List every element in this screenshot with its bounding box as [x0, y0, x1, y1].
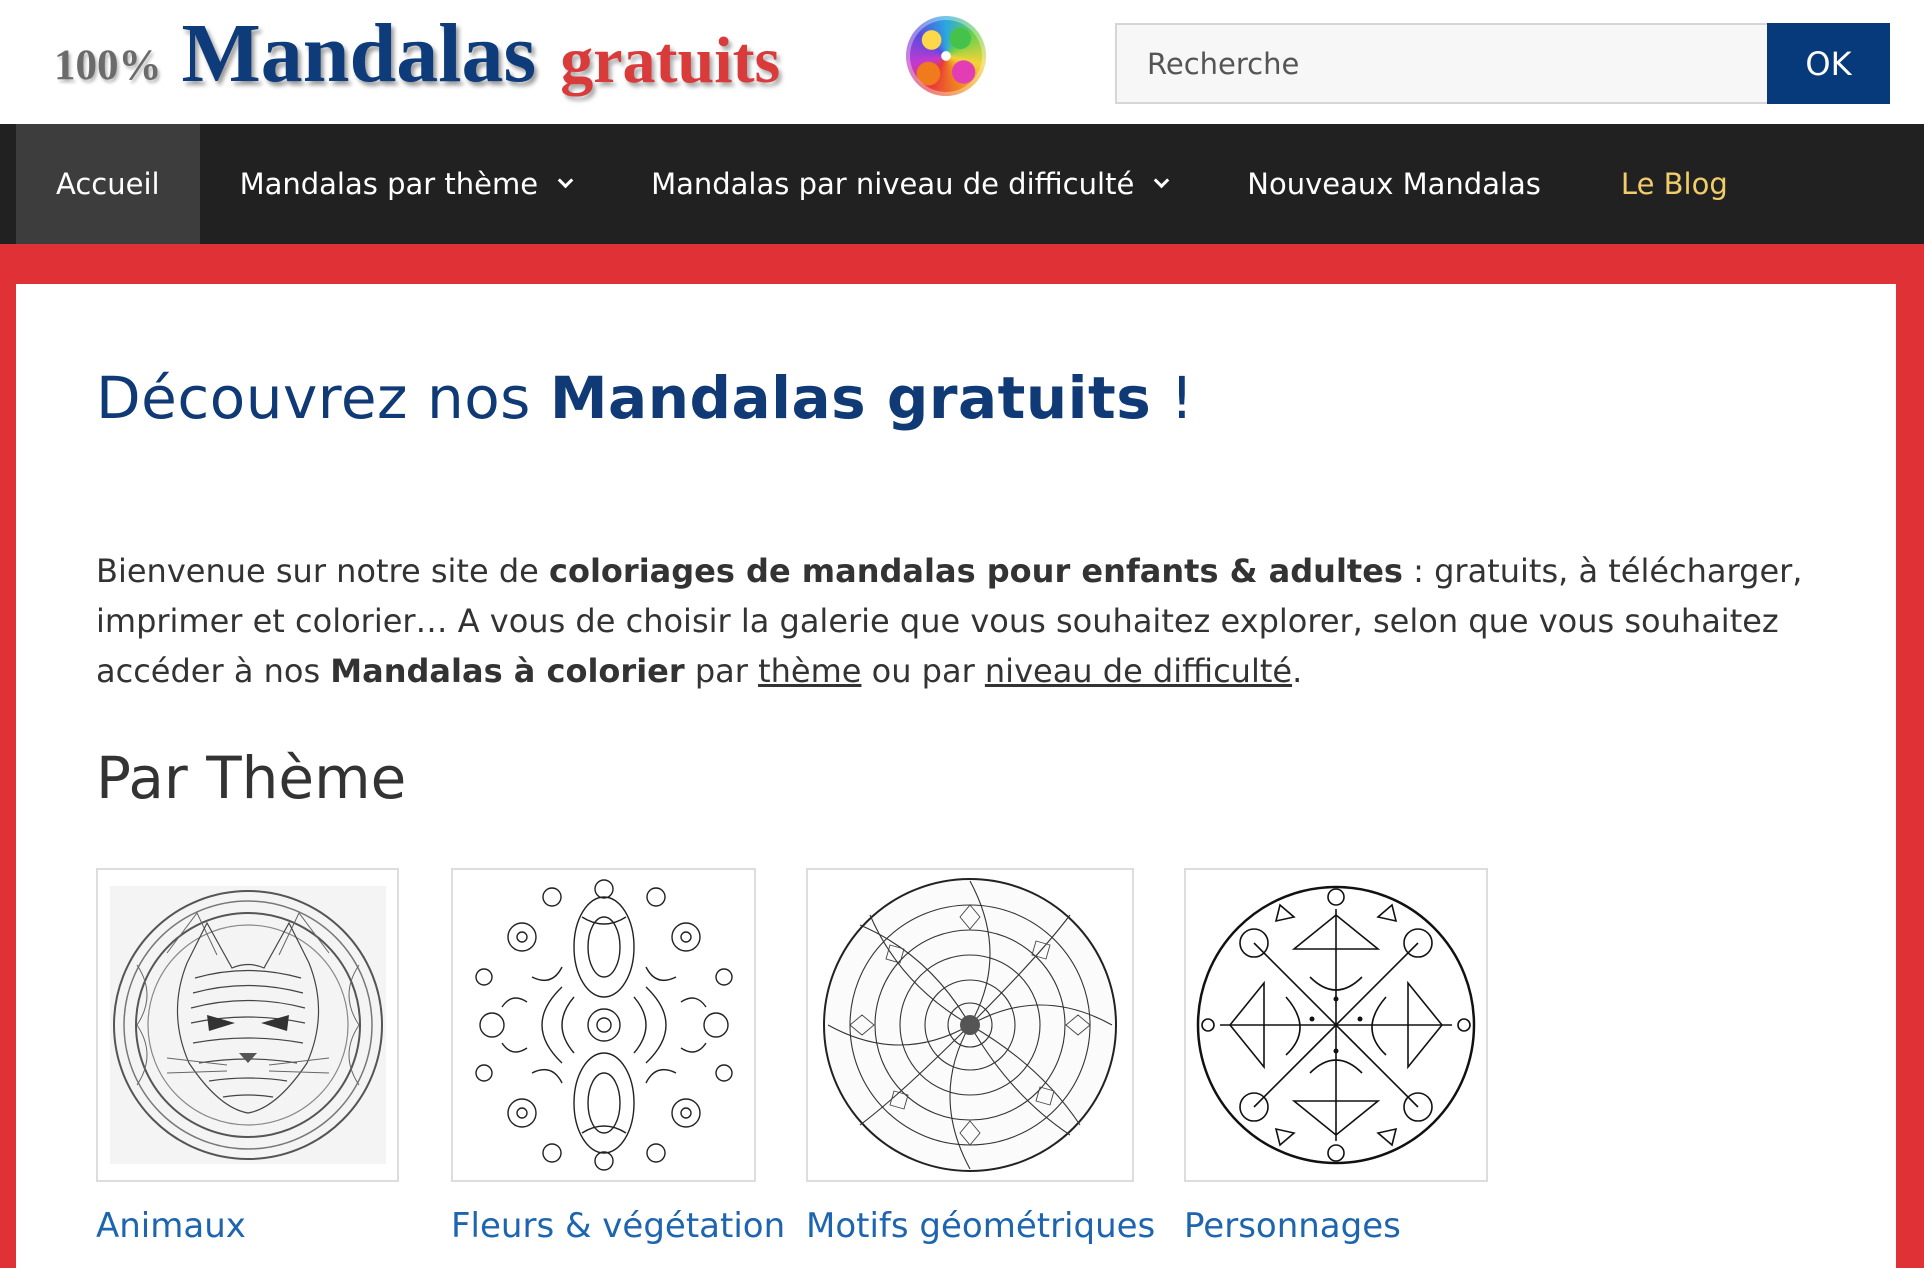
chevron-down-icon [1154, 172, 1170, 188]
logo-mandalas-text: Mandalas [181, 7, 537, 100]
logo-100-text: 100% [54, 42, 162, 89]
nav-item-label: Nouveaux Mandalas [1247, 167, 1541, 201]
theme-card-personnages[interactable]: Personnages [1184, 868, 1488, 1246]
site-header: 100% Mandalas gratuits OK [0, 0, 1924, 124]
cat-mandala-icon [109, 886, 386, 1164]
theme-thumbnail [451, 868, 756, 1182]
nav-item-label: Mandalas par thème [239, 167, 539, 201]
theme-label: Motifs géométriques [806, 1206, 1156, 1246]
theme-card-animaux[interactable]: Animaux [96, 868, 399, 1246]
theme-label: Animaux [96, 1206, 246, 1246]
page-title: Découvrez nos Mandalas gratuits ! [96, 364, 1194, 432]
intro-paragraph: Bienvenue sur notre site de coloriages d… [96, 546, 1816, 696]
search-input[interactable] [1115, 23, 1767, 104]
logo-gratuits-text: gratuits [560, 24, 781, 97]
nav-item-label: Mandalas par niveau de difficulté [651, 167, 1135, 201]
theme-thumbnail [1184, 868, 1488, 1182]
intro-text: Bienvenue sur notre site de [96, 552, 549, 590]
theme-card-fleurs-vegetation[interactable]: Fleurs & végétation [451, 868, 785, 1246]
intro-link-theme[interactable]: thème [758, 652, 861, 690]
main-content: Découvrez nos Mandalas gratuits ! Bienve… [16, 284, 1896, 1268]
nav-item-label: Le Blog [1620, 167, 1728, 201]
nav-item-par-difficulte[interactable]: Mandalas par niveau de difficulté [611, 124, 1207, 244]
theme-thumbnail [806, 868, 1134, 1182]
flower-mandala-icon [474, 879, 733, 1171]
nav-item-par-theme[interactable]: Mandalas par thème [200, 124, 612, 244]
main-nav: Accueil Mandalas par thème Mandalas par … [0, 124, 1924, 244]
intro-text: . [1292, 652, 1303, 690]
intro-emphasis: Mandalas à colorier [330, 652, 685, 690]
page-title-bold: Mandalas gratuits [549, 364, 1152, 432]
search-submit-button[interactable]: OK [1767, 23, 1890, 104]
nav-item-le-blog[interactable]: Le Blog [1581, 124, 1768, 244]
intro-text: ou par [861, 652, 985, 690]
theme-card-motifs-geometriques[interactable]: Motifs géométriques [806, 868, 1155, 1246]
page-title-prefix: Découvrez nos [96, 364, 550, 432]
intro-emphasis: coloriages de mandalas pour enfants & ad… [549, 552, 1403, 590]
section-title-par-theme: Par Thème [96, 744, 407, 812]
nav-item-nouveaux-mandalas[interactable]: Nouveaux Mandalas [1207, 124, 1581, 244]
nav-item-accueil[interactable]: Accueil [16, 124, 200, 244]
geometric-mandala-icon [823, 878, 1117, 1172]
chevron-down-icon [557, 172, 574, 188]
page-title-suffix: ! [1151, 364, 1194, 432]
intro-text: par [684, 652, 759, 690]
theme-thumbnail [96, 868, 399, 1182]
mandala-orb-icon [906, 16, 986, 96]
theme-label: Personnages [1184, 1206, 1401, 1246]
intro-link-difficulte[interactable]: niveau de difficulté [985, 652, 1292, 690]
search-form: OK [1115, 23, 1890, 104]
site-logo[interactable]: 100% Mandalas gratuits [54, 10, 780, 110]
character-mandala-icon [1196, 885, 1476, 1165]
theme-label: Fleurs & végétation [451, 1206, 786, 1246]
nav-item-label: Accueil [56, 167, 160, 201]
